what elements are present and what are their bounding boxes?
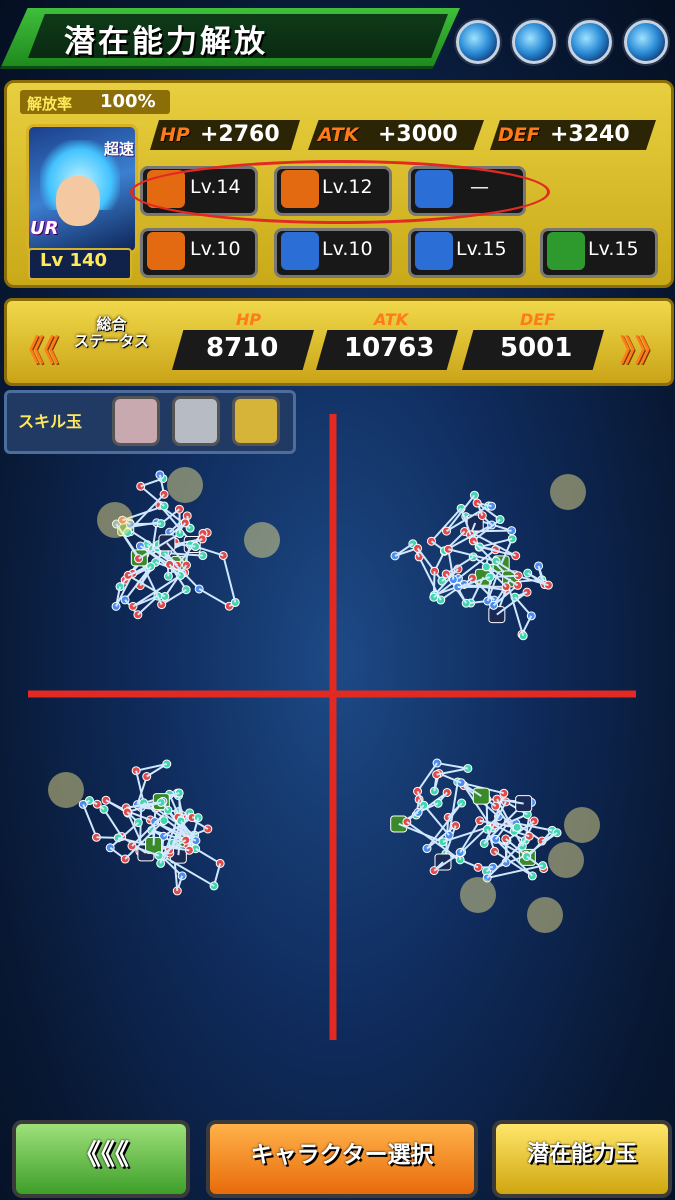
potential-node [481,562,491,572]
node-link [198,588,230,608]
def-stat-label: DEF [498,124,540,146]
character-face [56,176,100,226]
energy-burst-icon [415,232,453,270]
total-status-label-line2: ステータス [74,332,150,350]
back-button-label: 《《《 [72,1138,129,1171]
total-atk-value: 10763 [344,333,435,363]
skill-level: Lv.15 [588,238,639,260]
glowing-node [527,897,563,933]
red-highlight-ring [130,160,550,224]
release-rate-value: 100% [100,91,156,112]
potential-node [194,584,204,594]
glowing-node [550,474,586,510]
total-hp-value: 8710 [206,333,279,363]
total-status-label: 総合 ステータス [74,316,149,350]
node-link [103,808,123,838]
total-hp-label: HP [236,310,262,329]
skill-level: Lv.15 [456,238,507,260]
potential-node [123,570,133,580]
glowing-node [564,807,600,843]
node-link [82,803,98,838]
potential-node [159,816,169,826]
skill-level: Lv.10 [322,238,373,260]
character-icon [147,232,185,270]
back-button[interactable]: 《《《 [12,1120,190,1198]
character-icon [281,232,319,270]
atk-stat-label: ATK [318,124,359,146]
rarity-badge: UR [30,218,59,239]
character-select-label: キャラクター選択 [250,1142,434,1168]
skill-level: Lv.10 [190,238,241,260]
character-select-button[interactable]: キャラクター選択 [206,1120,478,1198]
glowing-node [548,842,584,878]
next-arrow-icon[interactable]: 》》 [620,326,665,370]
dragon-ball-orb-icon [456,20,500,64]
node-network [48,467,600,933]
glowing-node [167,467,203,503]
dragon-ball-orb-icon [512,20,556,64]
dragon-ball-orb-icon [624,20,668,64]
type-badge: 超速 [104,140,135,158]
potential-node [209,881,219,891]
hp-stat-label: HP [160,124,190,146]
glowing-node [97,502,133,538]
character-level: Lv 140 [40,250,108,271]
node-link [506,582,525,637]
node-link [162,855,215,887]
atk-stat-value: +3000 [378,122,458,147]
green-shield-icon [547,232,585,270]
total-def-label: DEF [520,310,556,329]
node-link [436,762,469,770]
potential-board [28,414,636,1040]
total-def-value: 5001 [500,333,573,363]
potential-node [512,822,522,832]
node-link [222,555,237,603]
glowing-node [460,877,496,913]
total-atk-label: ATK [374,310,409,329]
dragon-ball-orb-icon [568,20,612,64]
glowing-node [244,522,280,558]
prev-arrow-icon[interactable]: 《《 [14,326,59,370]
page-title: 潜在能力解放 [64,24,268,60]
potential-node [92,799,102,809]
release-rate-label: 解放率 [27,95,73,113]
potential-orbs-button[interactable]: 潜在能力玉 [492,1120,672,1198]
potential-orbs-label: 潜在能力玉 [526,1142,637,1167]
def-stat-value: +3240 [550,122,630,147]
hp-stat-value: +2760 [200,122,280,147]
total-status-label-line1: 総合 [96,315,127,333]
glowing-node [48,772,84,808]
